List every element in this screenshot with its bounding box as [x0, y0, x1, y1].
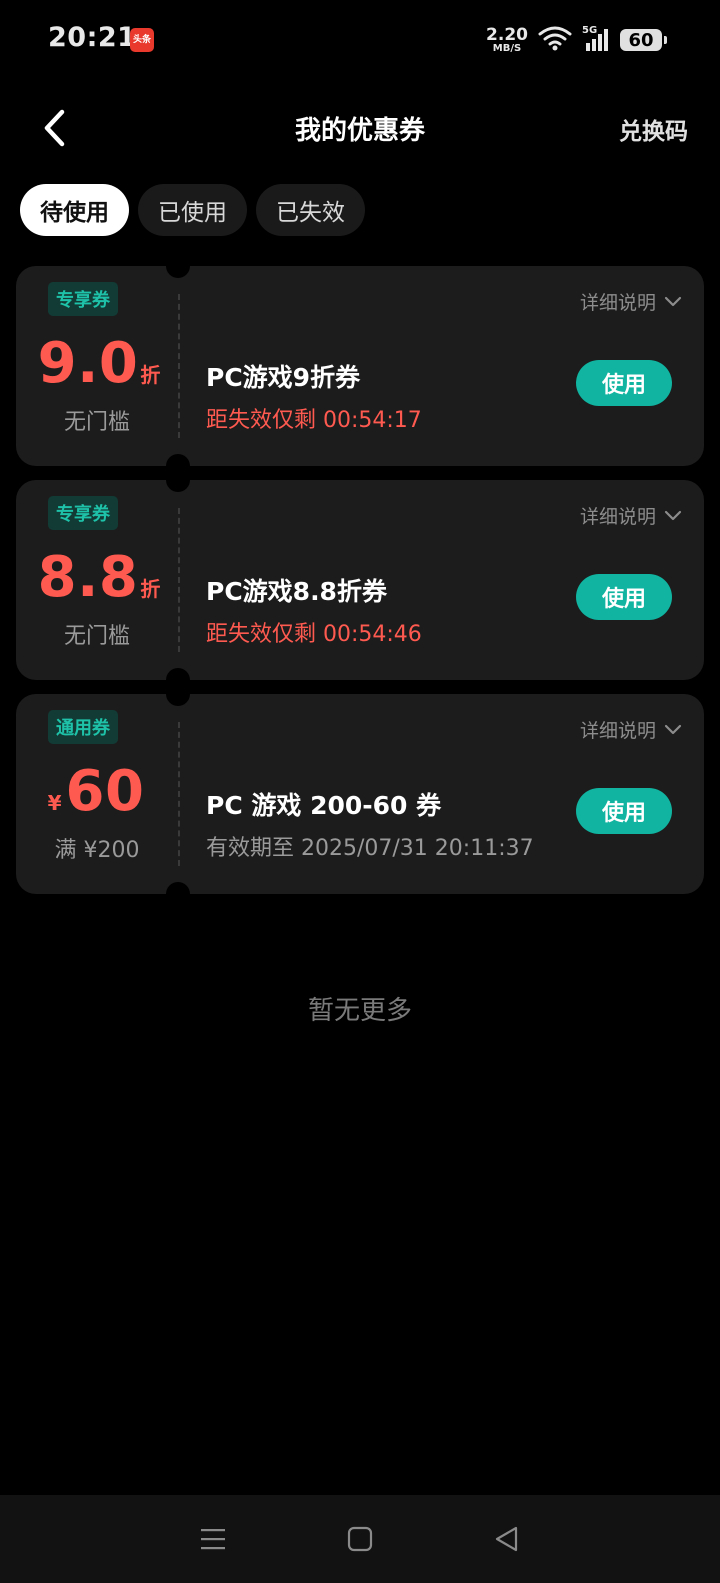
wifi-icon: [538, 25, 572, 55]
battery-icon: 60: [620, 29, 667, 51]
coupon-tag: 专享券: [48, 282, 118, 316]
coupon-detail-link[interactable]: 详细说明: [580, 288, 682, 315]
header: 我的优惠券 兑换码: [0, 100, 720, 156]
coupon-card: 专享券 8.8 折 无门槛 详细说明 PC游戏8.8折券 距失效仅剩 00:54:…: [16, 468, 704, 692]
coupon-status-tabs: 待使用 已使用 已失效: [20, 184, 365, 236]
app-notification-icon: 头条: [130, 28, 154, 52]
coupon-threshold: 无门槛: [63, 410, 130, 435]
home-button[interactable]: [340, 1519, 380, 1559]
status-time: 20:21: [48, 22, 137, 53]
ticket-divider: [178, 508, 180, 652]
coupon-value-unit: 折: [140, 577, 161, 601]
use-coupon-button[interactable]: 使用: [576, 360, 672, 406]
coupon-value-number: 9.0: [37, 331, 139, 396]
coupon-detail-label: 详细说明: [579, 506, 656, 528]
system-nav-bar: [0, 1495, 720, 1583]
coupon-detail-link[interactable]: 详细说明: [580, 502, 682, 529]
page-title: 我的优惠券: [294, 116, 425, 146]
coupon-title: PC游戏8.8折券: [206, 577, 387, 606]
coupon-value-number: 60: [65, 759, 145, 824]
ticket-notch: [166, 254, 190, 278]
tab-used[interactable]: 已使用: [138, 184, 247, 236]
coupon-card: 通用券 ¥60 满 ¥200 详细说明 PC 游戏 200-60 券 有效期至 …: [16, 682, 704, 906]
redeem-code-link[interactable]: 兑换码: [619, 112, 688, 146]
coupon-threshold: 满 ¥200: [54, 838, 140, 863]
use-coupon-button[interactable]: 使用: [576, 574, 672, 620]
status-bar: 20:21 头条 2.20 MB/S 5G 60: [0, 0, 720, 80]
chevron-down-icon: [664, 724, 682, 734]
coupon-value-unit: 折: [140, 363, 161, 387]
ticket-notch: [166, 682, 190, 706]
ticket-notch: [166, 468, 190, 492]
tab-unused[interactable]: 待使用: [20, 184, 129, 236]
coupon-expiry: 距失效仅剩 00:54:17: [206, 408, 422, 433]
coupon-value-prefix: ¥: [47, 791, 62, 815]
coupon-threshold: 无门槛: [63, 624, 130, 649]
ticket-divider: [178, 722, 180, 866]
coupon-expiry: 距失效仅剩 00:54:46: [206, 622, 422, 647]
coupon-value: 9.0 折: [16, 334, 178, 394]
coupon-detail-label: 详细说明: [579, 720, 656, 742]
ticket-notch: [166, 882, 190, 906]
coupon-value: 8.8 折: [16, 548, 178, 608]
coupon-expiry: 有效期至 2025/07/31 20:11:37: [206, 836, 534, 861]
tab-expired[interactable]: 已失效: [256, 184, 365, 236]
coupon-detail-link[interactable]: 详细说明: [580, 716, 682, 743]
network-speed-value: 2.20: [486, 24, 528, 45]
recent-apps-button[interactable]: [193, 1519, 233, 1559]
signal-icon: 5G: [582, 25, 610, 53]
coupon-title: PC游戏9折券: [206, 363, 361, 392]
coupon-card: 专享券 9.0 折 无门槛 详细说明 PC游戏9折券 距失效仅剩 00:54:17…: [16, 254, 704, 478]
coupon-value-number: 8.8: [37, 545, 139, 610]
network-speed-unit: MB/S: [492, 42, 522, 54]
use-coupon-button[interactable]: 使用: [576, 788, 672, 834]
coupon-tag: 专享券: [48, 496, 118, 530]
coupon-title: PC 游戏 200-60 券: [206, 791, 442, 820]
coupon-detail-label: 详细说明: [579, 292, 656, 314]
network-speed: 2.20 MB/S: [486, 24, 528, 54]
coupon-tag: 通用券: [48, 710, 118, 744]
menu-icon: [201, 1529, 226, 1550]
chevron-down-icon: [664, 296, 682, 306]
chevron-down-icon: [664, 510, 682, 520]
back-triangle-icon: [495, 1526, 517, 1552]
no-more-text: 暂无更多: [307, 996, 412, 1026]
ticket-divider: [178, 294, 180, 438]
back-nav-button[interactable]: [487, 1519, 527, 1559]
coupon-value: ¥60: [16, 762, 178, 822]
home-square-icon: [347, 1526, 373, 1552]
status-indicators: 2.20 MB/S 5G 60: [486, 22, 667, 58]
